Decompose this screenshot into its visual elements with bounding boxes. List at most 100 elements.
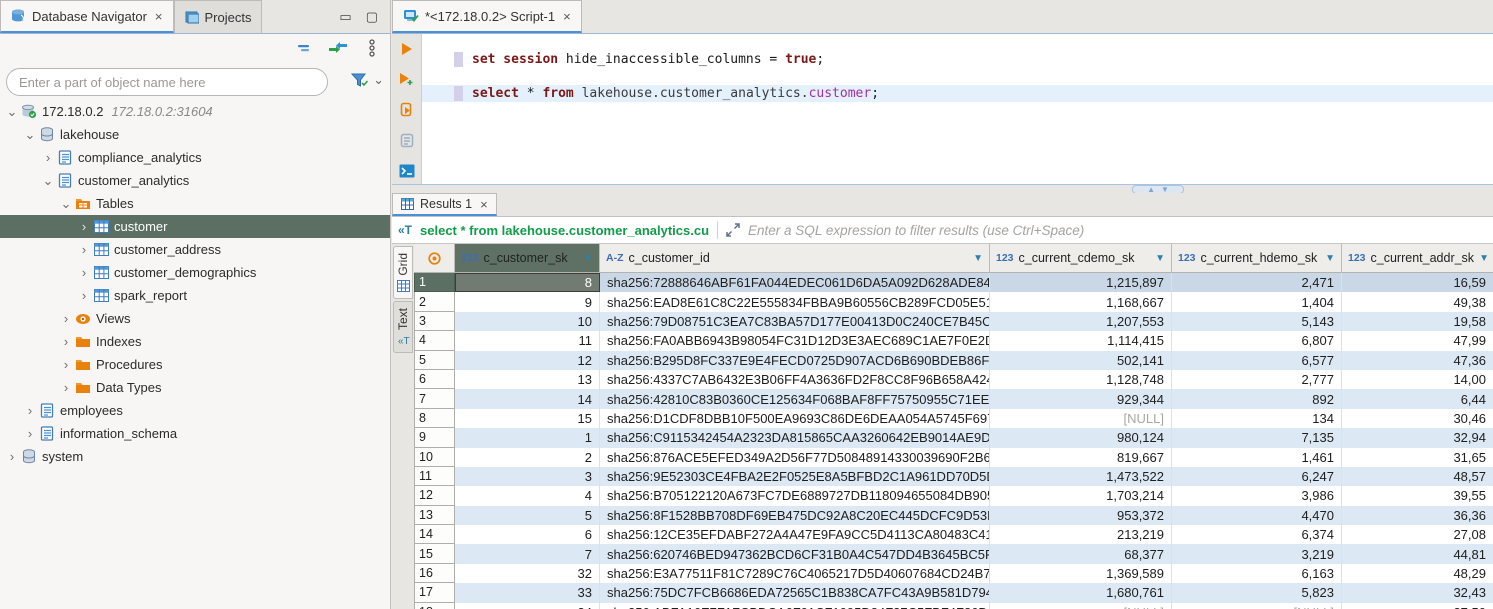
row-number[interactable]: 9 xyxy=(414,428,455,447)
grid-cell[interactable]: 1,369,589 xyxy=(990,564,1172,583)
expander-closed-icon[interactable]: › xyxy=(22,403,38,418)
tab-projects[interactable]: Projects xyxy=(174,0,263,33)
grid-cell[interactable]: 2 xyxy=(455,448,600,467)
table-row[interactable]: 18sha256:72888646ABF61FA044EDEC061D6DA5A… xyxy=(414,273,1493,292)
tree-item-indexes[interactable]: ›Indexes xyxy=(0,330,390,353)
grid-cell[interactable]: 980,124 xyxy=(990,428,1172,447)
grid-cell[interactable]: 16,59 xyxy=(1342,273,1493,292)
grid-cell[interactable]: 4,470 xyxy=(1172,506,1342,525)
tree-item-procedures[interactable]: ›Procedures xyxy=(0,353,390,376)
grid-cell[interactable]: sha256:79D08751C3EA7C83BA57D177E00413D0C… xyxy=(600,312,990,331)
tab-results-1[interactable]: Results 1 × xyxy=(392,193,497,216)
grid-cell[interactable]: 134 xyxy=(1172,409,1342,428)
tree-item-customer-demographics[interactable]: ›customer_demographics xyxy=(0,261,390,284)
column-menu-icon[interactable]: ▼ xyxy=(583,253,593,264)
grid-cell[interactable]: sha256:E3A77511F81C7289C76C4065217D5D406… xyxy=(600,564,990,583)
expander-closed-icon[interactable]: › xyxy=(58,380,74,395)
grid-cell[interactable]: 953,372 xyxy=(990,506,1172,525)
grid-cell[interactable]: 1,114,415 xyxy=(990,331,1172,350)
grid-cell[interactable]: 32,94 xyxy=(1342,428,1493,447)
grid-cell[interactable]: 44,81 xyxy=(1342,544,1493,563)
grid-cell[interactable]: 47,99 xyxy=(1342,331,1493,350)
grid-cell[interactable]: 929,344 xyxy=(990,389,1172,408)
sql-editor[interactable]: set session hide_inaccessible_columns = … xyxy=(392,34,1493,184)
filter-funnel-icon[interactable] xyxy=(351,72,369,88)
column-menu-icon[interactable]: ▼ xyxy=(1325,253,1335,264)
grid-cell[interactable]: 5,143 xyxy=(1172,312,1342,331)
row-number[interactable]: 6 xyxy=(414,370,455,389)
grid-cell[interactable]: sha256:ABFA16E7F1FCBDCA6F01CF1095D84F37C… xyxy=(600,603,990,609)
grid-cell[interactable]: [NULL] xyxy=(990,409,1172,428)
sql-console-icon[interactable] xyxy=(399,164,415,178)
grid-cell[interactable]: 2,471 xyxy=(1172,273,1342,292)
grid-cell[interactable]: 7,135 xyxy=(1172,428,1342,447)
grid-cell[interactable]: sha256:4337C7AB6432E3B06FF4A3636FD2F8CC8… xyxy=(600,370,990,389)
grid-cell[interactable]: sha256:620746BED947362BCD6CF31B0A4C547DD… xyxy=(600,544,990,563)
grid-cell[interactable]: 3,219 xyxy=(1172,544,1342,563)
column-menu-icon[interactable]: ▼ xyxy=(973,253,983,264)
row-number[interactable]: 8 xyxy=(414,409,455,428)
grid-cell[interactable]: 37,50 xyxy=(1342,603,1493,609)
sql-code[interactable]: set session hide_inaccessible_columns = … xyxy=(422,34,1493,184)
grid-cell[interactable]: 27,08 xyxy=(1342,525,1493,544)
grid-cell[interactable]: 30,46 xyxy=(1342,409,1493,428)
grid-cell[interactable]: 1 xyxy=(455,428,600,447)
close-icon[interactable]: × xyxy=(563,9,571,24)
expand-filter-icon[interactable] xyxy=(726,223,740,237)
column-menu-icon[interactable]: ▼ xyxy=(1155,253,1165,264)
table-row[interactable]: 815sha256:D1CDF8DBB10F500EA9693C86DE6DEA… xyxy=(414,409,1493,428)
column-menu-icon[interactable]: ▼ xyxy=(1479,253,1489,264)
grid-cell[interactable]: sha256:8F1528BB708DF69EB475DC92A8C20EC44… xyxy=(600,506,990,525)
row-number[interactable]: 15 xyxy=(414,544,455,563)
select-all-corner-icon[interactable] xyxy=(414,244,455,272)
grid-cell[interactable]: 3,986 xyxy=(1172,486,1342,505)
expander-closed-icon[interactable]: › xyxy=(58,311,74,326)
grid-cell[interactable]: 48,57 xyxy=(1342,467,1493,486)
code-line[interactable]: select * from lakehouse.customer_analyti… xyxy=(422,85,1493,102)
row-number[interactable]: 13 xyxy=(414,506,455,525)
tab-sql-script[interactable]: *<172.18.0.2> Script-1 × xyxy=(392,0,582,33)
grid-cell[interactable]: 1,473,522 xyxy=(990,467,1172,486)
table-row[interactable]: 1733sha256:75DC7FCB6686EDA72565C1B838CA7… xyxy=(414,583,1493,602)
tree-item-customer-analytics[interactable]: ⌄customer_analytics xyxy=(0,169,390,192)
close-icon[interactable]: × xyxy=(155,9,163,24)
side-tab-text[interactable]: Text«T xyxy=(393,301,413,353)
grid-cell[interactable]: 12 xyxy=(455,351,600,370)
row-number[interactable]: 7 xyxy=(414,389,455,408)
table-row[interactable]: 91sha256:C9115342454A2323DA815865CAA3260… xyxy=(414,428,1493,447)
grid-cell[interactable]: 49,38 xyxy=(1342,292,1493,311)
view-menu-icon[interactable] xyxy=(362,40,382,56)
grid-cell[interactable]: 1,680,761 xyxy=(990,583,1172,602)
grid-cell[interactable]: sha256:C9115342454A2323DA815865CAA326064… xyxy=(600,428,990,447)
grid-cell[interactable]: 15 xyxy=(455,409,600,428)
column-header-c_customer_id[interactable]: A-Zc_customer_id▼ xyxy=(600,244,990,272)
tree-item-customer-address[interactable]: ›customer_address xyxy=(0,238,390,261)
row-number[interactable]: 2 xyxy=(414,292,455,311)
custom-filter-icon[interactable]: «T xyxy=(398,223,412,237)
results-filterbar[interactable]: «T select * from lakehouse.customer_anal… xyxy=(392,217,1493,244)
column-header-c_customer_sk[interactable]: 123c_customer_sk▼ xyxy=(455,244,600,272)
grid-cell[interactable]: 33 xyxy=(455,583,600,602)
expander-closed-icon[interactable]: › xyxy=(40,150,56,165)
table-row[interactable]: 135sha256:8F1528BB708DF69EB475DC92A8C20E… xyxy=(414,506,1493,525)
expander-closed-icon[interactable]: › xyxy=(58,334,74,349)
table-row[interactable]: 157sha256:620746BED947362BCD6CF31B0A4C54… xyxy=(414,544,1493,563)
expander-closed-icon[interactable]: › xyxy=(76,265,92,280)
grid-cell[interactable]: 6,374 xyxy=(1172,525,1342,544)
grid-cell[interactable]: 5,823 xyxy=(1172,583,1342,602)
chevron-down-icon[interactable]: ⌄ xyxy=(373,72,384,88)
grid-cell[interactable]: 6,44 xyxy=(1342,389,1493,408)
grid-cell[interactable]: 7 xyxy=(455,544,600,563)
grid-cell[interactable]: 1,703,214 xyxy=(990,486,1172,505)
row-number[interactable]: 3 xyxy=(414,312,455,331)
grid-cell[interactable]: 48,29 xyxy=(1342,564,1493,583)
tree-item-views[interactable]: ›Views xyxy=(0,307,390,330)
tree-item-tables[interactable]: ⌄Tables xyxy=(0,192,390,215)
table-row[interactable]: 1632sha256:E3A77511F81C7289C76C4065217D5… xyxy=(414,564,1493,583)
grid-cell[interactable]: sha256:42810C83B0360CE125634F068BAF8FF75… xyxy=(600,389,990,408)
expander-open-icon[interactable]: ⌄ xyxy=(4,104,20,120)
table-row[interactable]: 613sha256:4337C7AB6432E3B06FF4A3636FD2F8… xyxy=(414,370,1493,389)
grid-cell[interactable]: sha256:B295D8FC337E9E4FECD0725D907ACD6B6… xyxy=(600,351,990,370)
row-number[interactable]: 10 xyxy=(414,448,455,467)
side-tab-grid[interactable]: Grid xyxy=(393,246,413,299)
